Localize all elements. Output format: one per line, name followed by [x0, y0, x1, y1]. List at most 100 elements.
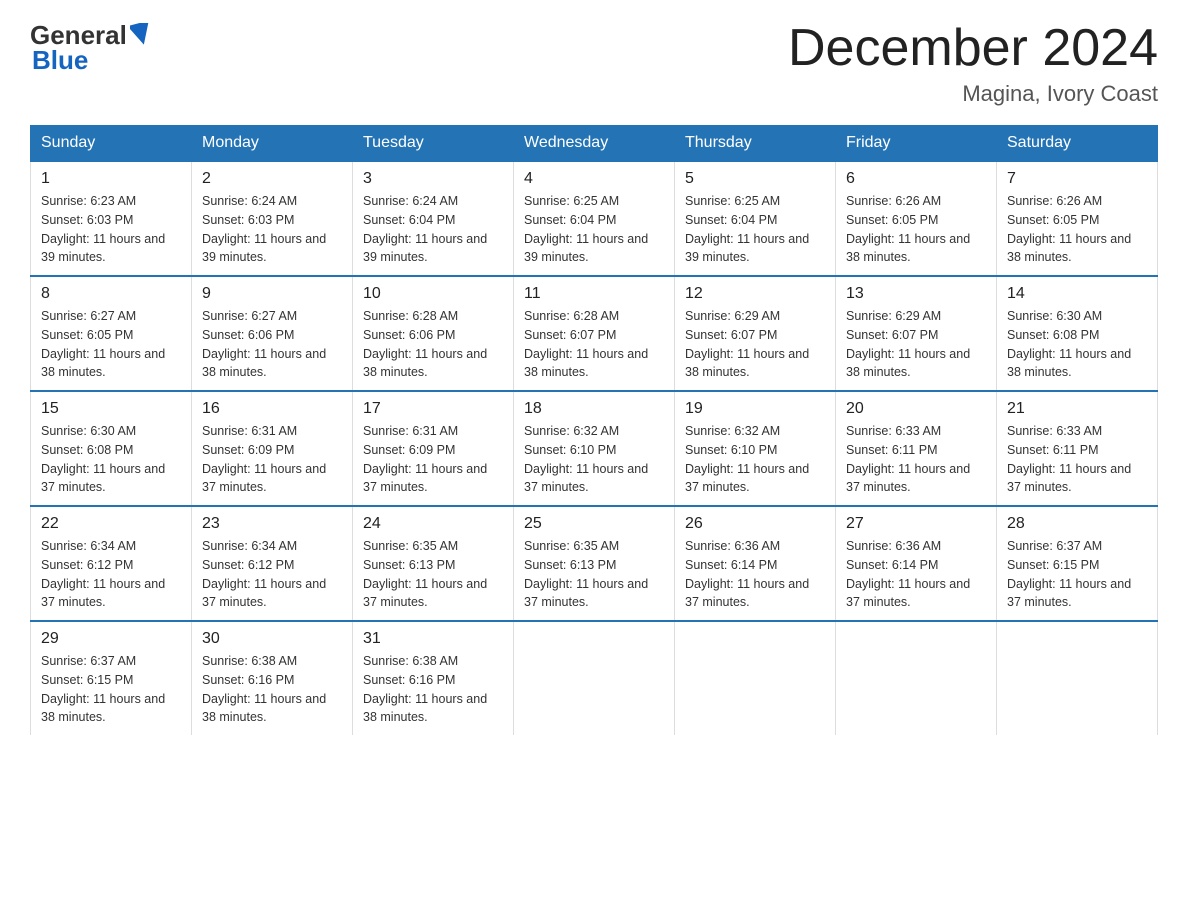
- day-info: Sunrise: 6:35 AMSunset: 6:13 PMDaylight:…: [524, 539, 648, 609]
- day-cell: 7 Sunrise: 6:26 AMSunset: 6:05 PMDaylight…: [997, 161, 1158, 276]
- day-info: Sunrise: 6:26 AMSunset: 6:05 PMDaylight:…: [1007, 194, 1131, 264]
- day-info: Sunrise: 6:24 AMSunset: 6:04 PMDaylight:…: [363, 194, 487, 264]
- day-cell: 13 Sunrise: 6:29 AMSunset: 6:07 PMDayligh…: [836, 276, 997, 391]
- day-cell: 31Sunrise: 6:38 AMSunset: 6:16 PMDayligh…: [353, 621, 514, 735]
- day-number: 14: [1007, 285, 1147, 303]
- month-title: December 2024: [788, 20, 1158, 77]
- day-cell: 24 Sunrise: 6:35 AMSunset: 6:13 PMDayligh…: [353, 506, 514, 621]
- header-row: SundayMondayTuesdayWednesdayThursdayFrid…: [31, 126, 1158, 162]
- day-cell: [675, 621, 836, 735]
- day-cell: 22Sunrise: 6:34 AMSunset: 6:12 PMDayligh…: [31, 506, 192, 621]
- day-number: 2: [202, 170, 342, 188]
- day-info: Sunrise: 6:31 AMSunset: 6:09 PMDaylight:…: [202, 424, 326, 494]
- day-info: Sunrise: 6:26 AMSunset: 6:05 PMDaylight:…: [846, 194, 970, 264]
- header: General Blue December 2024 Magina, Ivory…: [30, 20, 1158, 107]
- day-number: 15: [41, 400, 181, 418]
- day-number: 18: [524, 400, 664, 418]
- day-number: 19: [685, 400, 825, 418]
- day-cell: 29 Sunrise: 6:37 AMSunset: 6:15 PMDayligh…: [31, 621, 192, 735]
- day-info: Sunrise: 6:24 AMSunset: 6:03 PMDaylight:…: [202, 194, 326, 264]
- day-number: 6: [846, 170, 986, 188]
- day-info: Sunrise: 6:23 AMSunset: 6:03 PMDaylight:…: [41, 194, 165, 264]
- header-cell-thursday: Thursday: [675, 126, 836, 162]
- calendar-header: SundayMondayTuesdayWednesdayThursdayFrid…: [31, 126, 1158, 162]
- day-cell: 25 Sunrise: 6:35 AMSunset: 6:13 PMDayligh…: [514, 506, 675, 621]
- day-cell: 10Sunrise: 6:28 AMSunset: 6:06 PMDayligh…: [353, 276, 514, 391]
- day-info: Sunrise: 6:28 AMSunset: 6:07 PMDaylight:…: [524, 309, 648, 379]
- day-info: Sunrise: 6:25 AMSunset: 6:04 PMDaylight:…: [685, 194, 809, 264]
- logo-arrow-icon: [130, 23, 152, 45]
- day-number: 9: [202, 285, 342, 303]
- day-info: Sunrise: 6:30 AMSunset: 6:08 PMDaylight:…: [1007, 309, 1131, 379]
- day-info: Sunrise: 6:37 AMSunset: 6:15 PMDaylight:…: [1007, 539, 1131, 609]
- day-number: 29: [41, 630, 181, 648]
- day-info: Sunrise: 6:29 AMSunset: 6:07 PMDaylight:…: [846, 309, 970, 379]
- day-cell: 17 Sunrise: 6:31 AMSunset: 6:09 PMDayligh…: [353, 391, 514, 506]
- day-number: 26: [685, 515, 825, 533]
- day-info: Sunrise: 6:38 AMSunset: 6:16 PMDaylight:…: [202, 654, 326, 724]
- week-row-2: 8 Sunrise: 6:27 AMSunset: 6:05 PMDaylight…: [31, 276, 1158, 391]
- day-number: 23: [202, 515, 342, 533]
- day-cell: 21Sunrise: 6:33 AMSunset: 6:11 PMDayligh…: [997, 391, 1158, 506]
- day-cell: [836, 621, 997, 735]
- day-info: Sunrise: 6:37 AMSunset: 6:15 PMDaylight:…: [41, 654, 165, 724]
- day-number: 27: [846, 515, 986, 533]
- header-cell-saturday: Saturday: [997, 126, 1158, 162]
- day-info: Sunrise: 6:31 AMSunset: 6:09 PMDaylight:…: [363, 424, 487, 494]
- day-number: 8: [41, 285, 181, 303]
- day-cell: 2 Sunrise: 6:24 AMSunset: 6:03 PMDaylight…: [192, 161, 353, 276]
- calendar-table: SundayMondayTuesdayWednesdayThursdayFrid…: [30, 125, 1158, 735]
- day-cell: 16Sunrise: 6:31 AMSunset: 6:09 PMDayligh…: [192, 391, 353, 506]
- day-number: 13: [846, 285, 986, 303]
- day-cell: 5 Sunrise: 6:25 AMSunset: 6:04 PMDaylight…: [675, 161, 836, 276]
- day-number: 22: [41, 515, 181, 533]
- day-info: Sunrise: 6:27 AMSunset: 6:06 PMDaylight:…: [202, 309, 326, 379]
- header-cell-sunday: Sunday: [31, 126, 192, 162]
- calendar-body: 1 Sunrise: 6:23 AMSunset: 6:03 PMDaylight…: [31, 161, 1158, 735]
- day-number: 24: [363, 515, 503, 533]
- day-cell: [514, 621, 675, 735]
- day-number: 1: [41, 170, 181, 188]
- day-info: Sunrise: 6:32 AMSunset: 6:10 PMDaylight:…: [524, 424, 648, 494]
- day-info: Sunrise: 6:25 AMSunset: 6:04 PMDaylight:…: [524, 194, 648, 264]
- day-info: Sunrise: 6:34 AMSunset: 6:12 PMDaylight:…: [202, 539, 326, 609]
- day-cell: 9 Sunrise: 6:27 AMSunset: 6:06 PMDaylight…: [192, 276, 353, 391]
- day-cell: 1 Sunrise: 6:23 AMSunset: 6:03 PMDaylight…: [31, 161, 192, 276]
- day-number: 12: [685, 285, 825, 303]
- day-number: 3: [363, 170, 503, 188]
- day-cell: 14 Sunrise: 6:30 AMSunset: 6:08 PMDayligh…: [997, 276, 1158, 391]
- day-info: Sunrise: 6:33 AMSunset: 6:11 PMDaylight:…: [1007, 424, 1131, 494]
- day-number: 20: [846, 400, 986, 418]
- day-cell: 11Sunrise: 6:28 AMSunset: 6:07 PMDayligh…: [514, 276, 675, 391]
- day-cell: 19Sunrise: 6:32 AMSunset: 6:10 PMDayligh…: [675, 391, 836, 506]
- day-info: Sunrise: 6:38 AMSunset: 6:16 PMDaylight:…: [363, 654, 487, 724]
- day-cell: 28Sunrise: 6:37 AMSunset: 6:15 PMDayligh…: [997, 506, 1158, 621]
- day-cell: 3 Sunrise: 6:24 AMSunset: 6:04 PMDaylight…: [353, 161, 514, 276]
- week-row-4: 22 Sunrise: 6:34 AMSunset: 6:12 PMDayligh…: [31, 506, 1158, 621]
- day-number: 30: [202, 630, 342, 648]
- day-info: Sunrise: 6:28 AMSunset: 6:06 PMDaylight:…: [363, 309, 487, 379]
- day-number: 7: [1007, 170, 1147, 188]
- week-row-3: 15 Sunrise: 6:30 AMSunset: 6:08 PMDayligh…: [31, 391, 1158, 506]
- day-cell: 27 Sunrise: 6:36 AMSunset: 6:14 PMDayligh…: [836, 506, 997, 621]
- location: Magina, Ivory Coast: [788, 81, 1158, 107]
- day-info: Sunrise: 6:27 AMSunset: 6:05 PMDaylight:…: [41, 309, 165, 379]
- week-row-5: 29 Sunrise: 6:37 AMSunset: 6:15 PMDayligh…: [31, 621, 1158, 735]
- day-info: Sunrise: 6:35 AMSunset: 6:13 PMDaylight:…: [363, 539, 487, 609]
- day-cell: 18 Sunrise: 6:32 AMSunset: 6:10 PMDayligh…: [514, 391, 675, 506]
- day-cell: 12 Sunrise: 6:29 AMSunset: 6:07 PMDayligh…: [675, 276, 836, 391]
- header-cell-monday: Monday: [192, 126, 353, 162]
- day-info: Sunrise: 6:29 AMSunset: 6:07 PMDaylight:…: [685, 309, 809, 379]
- day-info: Sunrise: 6:36 AMSunset: 6:14 PMDaylight:…: [846, 539, 970, 609]
- day-cell: 26 Sunrise: 6:36 AMSunset: 6:14 PMDayligh…: [675, 506, 836, 621]
- day-number: 17: [363, 400, 503, 418]
- day-cell: 30 Sunrise: 6:38 AMSunset: 6:16 PMDayligh…: [192, 621, 353, 735]
- day-number: 5: [685, 170, 825, 188]
- day-info: Sunrise: 6:30 AMSunset: 6:08 PMDaylight:…: [41, 424, 165, 494]
- header-cell-tuesday: Tuesday: [353, 126, 514, 162]
- day-info: Sunrise: 6:36 AMSunset: 6:14 PMDaylight:…: [685, 539, 809, 609]
- header-cell-friday: Friday: [836, 126, 997, 162]
- logo: General Blue: [30, 20, 152, 76]
- day-number: 25: [524, 515, 664, 533]
- day-cell: 23 Sunrise: 6:34 AMSunset: 6:12 PMDayligh…: [192, 506, 353, 621]
